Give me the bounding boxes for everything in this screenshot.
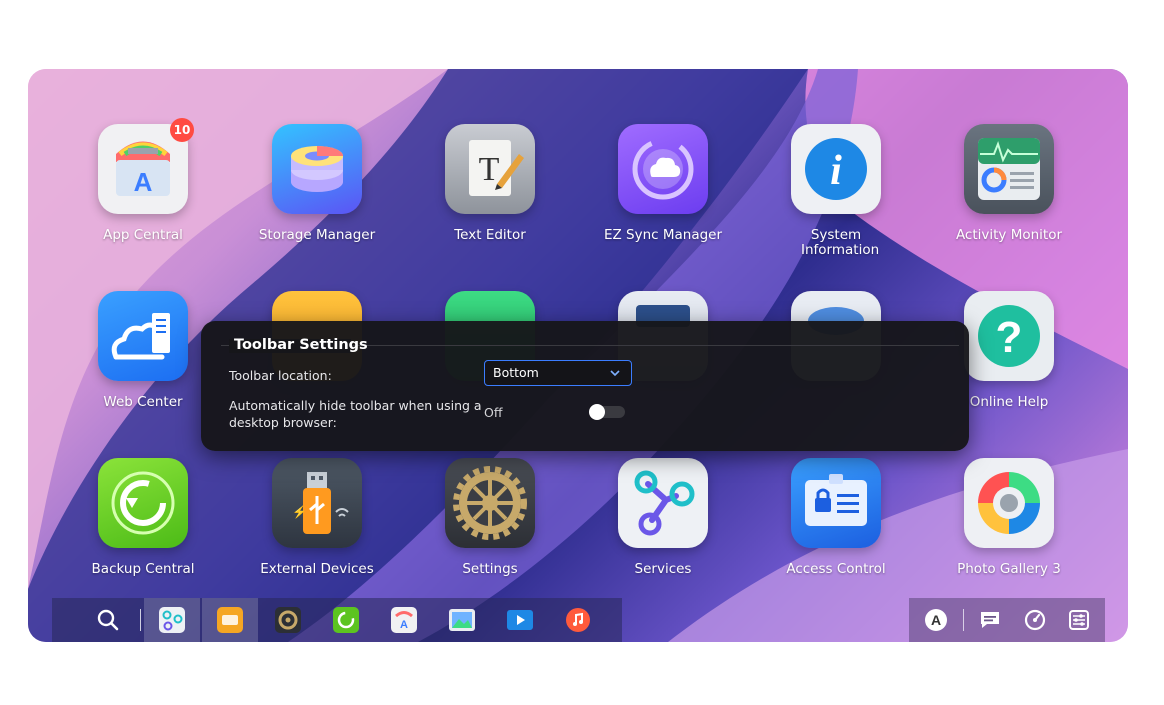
services-icon xyxy=(159,607,185,633)
svg-text:i: i xyxy=(830,148,842,194)
dashboard-icon[interactable] xyxy=(1023,608,1047,632)
avatar-letter: A xyxy=(931,612,941,628)
svg-text:⚡: ⚡ xyxy=(292,505,307,519)
svg-text:A: A xyxy=(134,167,153,197)
activity-monitor-icon xyxy=(964,124,1054,214)
autohide-state-text: Off xyxy=(484,405,503,420)
dialog-title: Toolbar Settings xyxy=(234,337,368,353)
taskbar-music[interactable] xyxy=(550,598,606,642)
taskbar-photo[interactable] xyxy=(434,598,490,642)
chat-icon[interactable] xyxy=(978,608,1002,632)
access-control[interactable]: Access Control xyxy=(766,458,906,577)
app-label: Activity Monitor xyxy=(955,227,1063,243)
ez-sync-manager[interactable]: EZ Sync Manager xyxy=(593,124,733,243)
taskbar-backup[interactable] xyxy=(318,598,374,642)
help-icon: ? xyxy=(964,291,1054,381)
notification-badge: 10 xyxy=(170,118,194,142)
text-editor[interactable]: T Text Editor xyxy=(420,124,560,243)
settings[interactable]: Settings xyxy=(420,458,560,577)
app-label: Web Center xyxy=(103,394,183,410)
app-label: Services xyxy=(634,561,692,577)
storage-manager[interactable]: Storage Manager xyxy=(247,124,387,243)
toolbar-location-value: Bottom xyxy=(493,365,539,380)
svg-text:?: ? xyxy=(996,313,1023,362)
music-icon xyxy=(566,608,590,632)
toolbar-location-select[interactable]: Bottom xyxy=(484,360,632,386)
ez-sync-icon xyxy=(618,124,708,214)
autohide-label-line1: Automatically hide toolbar when using a xyxy=(229,398,482,413)
backup-icon xyxy=(333,607,359,633)
toolbar-location-label: Toolbar location: xyxy=(229,368,332,383)
photo-icon xyxy=(449,609,475,631)
services[interactable]: Services xyxy=(593,458,733,577)
video-icon xyxy=(507,610,533,630)
app-label: System Information xyxy=(801,227,880,258)
photo-gallery-3[interactable]: Photo Gallery 3 xyxy=(939,458,1079,577)
svg-text:T: T xyxy=(479,151,500,188)
activity-monitor[interactable]: Activity Monitor xyxy=(939,124,1079,243)
taskbar-app-central[interactable]: A xyxy=(376,598,432,642)
backup-icon xyxy=(98,458,188,548)
app-label: Backup Central xyxy=(91,561,195,577)
settings-sliders-icon[interactable] xyxy=(1067,608,1091,632)
services-icon xyxy=(618,458,708,548)
storage-manager-icon xyxy=(272,124,362,214)
app-label: Access Control xyxy=(786,561,886,577)
gear-icon xyxy=(445,458,535,548)
app-central[interactable]: A 10 App Central xyxy=(73,118,213,243)
app-label: Storage Manager xyxy=(258,227,376,243)
system-tray: A xyxy=(909,598,1105,642)
taskbar-settings[interactable] xyxy=(260,598,316,642)
app-label: External Devices xyxy=(260,561,374,577)
autohide-label: Automatically hide toolbar when using a … xyxy=(229,397,482,431)
system-information[interactable]: i System Information xyxy=(766,124,906,258)
app-label: Text Editor xyxy=(454,227,526,243)
backup-central[interactable]: Backup Central xyxy=(73,458,213,577)
web-center[interactable]: Web Center xyxy=(73,291,213,410)
autohide-toggle[interactable] xyxy=(589,404,625,420)
search-icon xyxy=(97,609,119,631)
svg-text:A: A xyxy=(400,619,408,631)
web-center-icon xyxy=(98,291,188,381)
taskbar: A xyxy=(52,598,622,642)
toolbar-settings-dialog: Toolbar Settings Toolbar location: Botto… xyxy=(201,321,969,451)
taskbar-services[interactable] xyxy=(144,598,200,642)
app-label: Settings xyxy=(462,561,518,577)
external-devices[interactable]: ⚡ External Devices xyxy=(247,458,387,577)
taskbar-video[interactable] xyxy=(492,598,548,642)
taskbar-search[interactable] xyxy=(80,598,136,642)
toggle-knob xyxy=(589,404,605,420)
storage-icon xyxy=(217,607,243,633)
tray-separator xyxy=(963,609,964,631)
taskbar-storage[interactable] xyxy=(202,598,258,642)
app-label: Photo Gallery 3 xyxy=(957,561,1061,577)
autohide-label-line2: desktop browser: xyxy=(229,415,337,430)
chevron-down-icon xyxy=(610,370,620,377)
settings-icon xyxy=(275,607,301,633)
text-editor-icon: T xyxy=(445,124,535,214)
taskbar-separator xyxy=(140,609,141,631)
usb-icon: ⚡ xyxy=(272,458,362,548)
photo-gallery-icon xyxy=(964,458,1054,548)
app-label: App Central xyxy=(103,227,183,243)
user-avatar-icon[interactable]: A xyxy=(924,608,948,632)
app-label: EZ Sync Manager xyxy=(603,227,723,243)
app-central-icon: A xyxy=(391,607,417,633)
info-icon: i xyxy=(791,124,881,214)
access-control-icon xyxy=(791,458,881,548)
